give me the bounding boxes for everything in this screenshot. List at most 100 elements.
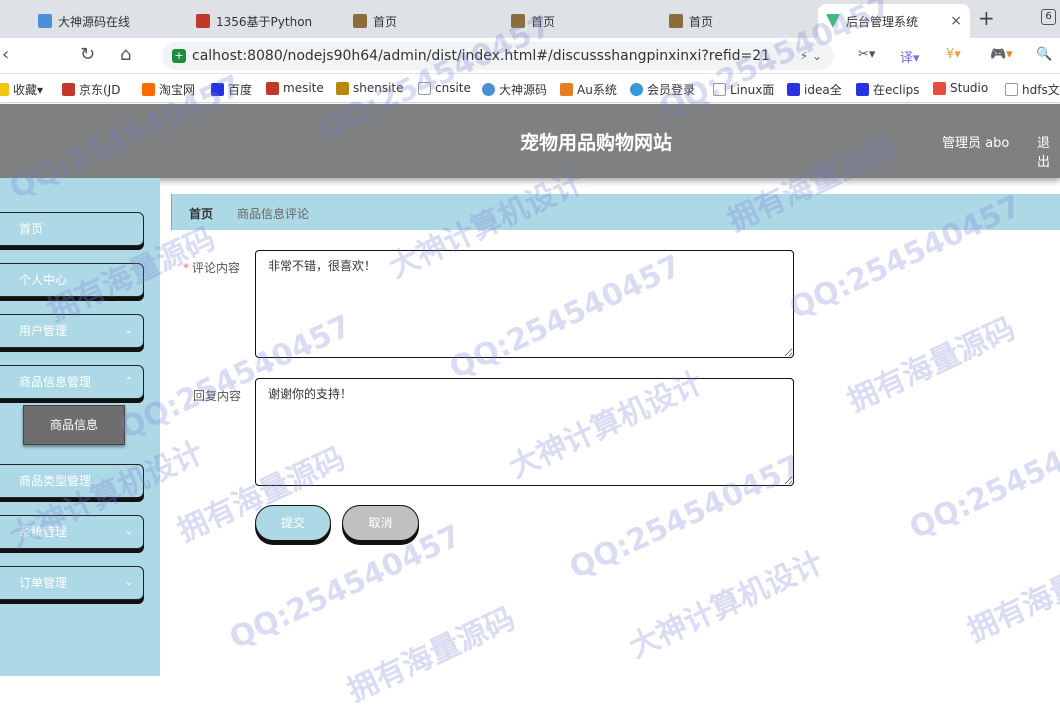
baidu-icon	[787, 83, 800, 96]
bookmark-label: cnsite	[435, 81, 471, 95]
tab-label: 首页	[689, 14, 714, 29]
logout-link[interactable]: 退出	[1037, 132, 1060, 170]
comment-textarea[interactable]: 非常不错，很喜欢！	[255, 250, 794, 358]
new-tab-button[interactable]: +	[978, 6, 995, 30]
bookmark-item[interactable]: Au系统	[560, 81, 617, 98]
browser-tab[interactable]: 首页	[503, 4, 653, 38]
sidebar-item-user-management[interactable]: 用户管理 ⌄	[0, 314, 144, 348]
browser-tab[interactable]: 大神源码在线	[30, 4, 180, 38]
bookmark-item[interactable]: 百度	[211, 81, 252, 98]
watermark: 拥有海量源码	[962, 541, 1060, 650]
translate-icon[interactable]: 译▾	[900, 47, 920, 66]
tab-favicon-icon	[511, 14, 525, 28]
current-user: 管理员 abo	[942, 136, 1010, 151]
baidu-icon	[856, 83, 869, 96]
chevron-down-icon: ⌄	[124, 274, 133, 285]
submit-button[interactable]: 提交	[255, 505, 331, 541]
cloud-icon	[630, 83, 643, 96]
browser-tab[interactable]: 首页	[345, 4, 495, 38]
tab-favicon-icon	[353, 14, 367, 28]
bookmark-label: Studio	[950, 81, 989, 95]
bookmark-label: shensite	[353, 81, 404, 95]
tab-label: 1356基于Python	[216, 14, 313, 29]
bookmark-label: 会员登录	[647, 83, 696, 97]
bookmark-item[interactable]: mesite	[266, 81, 324, 95]
page-icon	[418, 81, 431, 95]
watermark: QQ:254540457	[904, 408, 1060, 547]
address-bar: ‹ ↻ ⌂ + calhost:8080/nodejs90h64/admin/d…	[0, 38, 1060, 74]
required-asterisk: *	[183, 261, 189, 275]
sidebar-item-label: 商品类型管理	[19, 474, 92, 488]
url-actions-icon[interactable]: ⚡ ⌄	[800, 49, 822, 63]
bookmark-item[interactable]: 收藏 ▾	[0, 81, 43, 98]
bookmark-item[interactable]: cnsite	[418, 81, 471, 95]
url-field[interactable]: + calhost:8080/nodejs90h64/admin/dist/in…	[162, 42, 834, 70]
game-icon[interactable]: 🎮▾	[990, 47, 1013, 62]
tab-count-badge[interactable]: 6	[1041, 9, 1056, 25]
vue-logo-icon	[826, 14, 840, 28]
bookmark-item[interactable]: 大神源码	[482, 81, 547, 98]
browser-tab-active[interactable]: 后台管理系统 ×	[818, 4, 970, 38]
chevron-down-icon: ⌄	[124, 325, 133, 336]
breadcrumb-current: 商品信息评论	[237, 207, 310, 221]
au-icon	[560, 83, 573, 96]
cancel-button[interactable]: 取消	[342, 505, 419, 541]
watermark: QQ:254540457	[224, 518, 467, 657]
sidebar-item-label: 用户管理	[19, 324, 68, 338]
bookmark-item[interactable]: Linux面	[713, 81, 774, 98]
sidebar-item-label: 首页	[19, 222, 44, 236]
site-title: 宠物用品购物网站	[520, 132, 673, 154]
tab-label: 首页	[531, 14, 556, 29]
studio-icon	[933, 81, 946, 95]
bookmark-item[interactable]: 淘宝网	[142, 81, 195, 98]
chevron-down-icon: ⌄	[124, 526, 133, 537]
bookmark-item[interactable]: Studio	[933, 81, 988, 95]
bookmark-item[interactable]: shensite	[336, 81, 404, 95]
browser-tab[interactable]: 1356基于Python	[188, 4, 338, 38]
site-security-icon: +	[172, 49, 186, 63]
sidebar-item-personal-center[interactable]: 个人中心 ⌄	[0, 263, 144, 297]
comment-label-text: 评论内容	[192, 261, 241, 275]
tab-favicon-icon	[38, 14, 52, 28]
chevron-up-icon: ⌃	[124, 376, 133, 387]
breadcrumb-home[interactable]: 首页	[189, 205, 213, 222]
bookmark-label: Au系统	[577, 83, 617, 97]
browser-tab[interactable]: 首页	[661, 4, 811, 38]
sidebar-item-label: 个人中心	[19, 273, 68, 287]
bookmark-label: 淘宝网	[159, 83, 196, 97]
bookmark-item[interactable]: 会员登录	[630, 81, 695, 98]
tab-favicon-icon	[669, 14, 683, 28]
bookmark-item[interactable]: hdfs文	[1005, 81, 1060, 98]
watermark: 大神计算机设计	[623, 544, 830, 666]
reply-textarea[interactable]: 谢谢你的支持！	[255, 378, 794, 486]
sidebar-item-product-management[interactable]: 商品信息管理 ⌃	[0, 365, 144, 399]
watermark: 拥有海量源码	[342, 601, 521, 710]
chevron-down-icon: ⌄	[124, 475, 133, 486]
breadcrumb: 首页 商品信息评论	[171, 194, 1060, 230]
submenu-item-product-info[interactable]: 商品信息	[23, 405, 125, 445]
tab-label: 首页	[373, 14, 398, 29]
scissors-icon[interactable]: ✂▾	[858, 47, 875, 62]
bookmark-label: 收藏	[13, 83, 38, 97]
sidebar-item-order-management[interactable]: 订单管理 ⌄	[0, 566, 144, 600]
bookmark-item[interactable]: idea全	[787, 81, 842, 98]
coupon-icon[interactable]: ¥▾	[946, 47, 961, 62]
bookmark-item[interactable]: 在eclips	[856, 81, 920, 98]
search-icon[interactable]: 🔍	[1036, 47, 1052, 62]
reload-icon[interactable]: ↻	[80, 44, 95, 65]
sidebar-item-label: 系统管理	[19, 525, 68, 539]
app-header: 宠物用品购物网站 管理员 abo 退出	[0, 104, 1060, 178]
bookmark-label: hdfs文	[1022, 83, 1060, 97]
sidebar-item-home[interactable]: 首页	[0, 212, 144, 246]
back-icon[interactable]: ‹	[2, 44, 9, 65]
home-icon[interactable]: ⌂	[120, 44, 131, 65]
bookmark-item[interactable]: 京东(JD	[62, 81, 120, 98]
bookmark-label: 百度	[228, 83, 253, 97]
bookmark-label: 大神源码	[499, 83, 548, 97]
star-icon	[0, 83, 9, 96]
close-tab-icon[interactable]: ×	[932, 13, 962, 29]
sidebar-item-label: 商品信息管理	[19, 375, 92, 389]
sidebar-item-product-type-management[interactable]: 商品类型管理 ⌄	[0, 464, 144, 498]
sidebar-item-system-management[interactable]: 系统管理 ⌄	[0, 515, 144, 549]
mesite-icon	[266, 81, 279, 95]
